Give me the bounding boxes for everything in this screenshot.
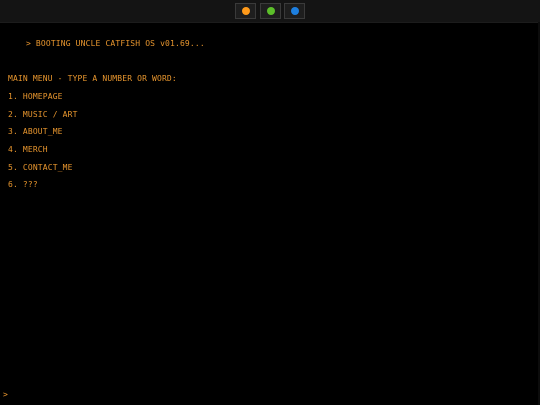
top-bar xyxy=(0,0,540,23)
tab-green[interactable] xyxy=(260,3,281,19)
orange-circle-icon xyxy=(241,7,250,15)
blue-circle-icon xyxy=(290,7,299,15)
menu-title: MAIN MENU - TYPE A NUMBER OR WORD: xyxy=(8,74,177,83)
menu-item-contact-me[interactable]: 5. CONTACT_ME xyxy=(8,163,73,173)
menu-item-about-me[interactable]: 3. ABOUT_ME xyxy=(8,127,63,137)
menu-item-music-art[interactable]: 2. MUSIC / ART xyxy=(8,110,78,120)
green-circle-icon xyxy=(266,7,275,15)
command-input[interactable] xyxy=(7,390,509,400)
tab-blue[interactable] xyxy=(284,3,305,19)
command-prompt: > xyxy=(3,390,509,400)
menu-item-merch[interactable]: 4. MERCH xyxy=(8,145,48,155)
menu-item-mystery[interactable]: 6. ??? xyxy=(8,180,38,190)
menu-item-homepage[interactable]: 1. HOMEPAGE xyxy=(8,92,63,102)
tab-orange[interactable] xyxy=(235,3,256,19)
boot-message: > BOOTING UNCLE CATFISH OS v01.69... xyxy=(26,39,205,48)
terminal-screen: > BOOTING UNCLE CATFISH OS v01.69... MAI… xyxy=(0,22,538,405)
